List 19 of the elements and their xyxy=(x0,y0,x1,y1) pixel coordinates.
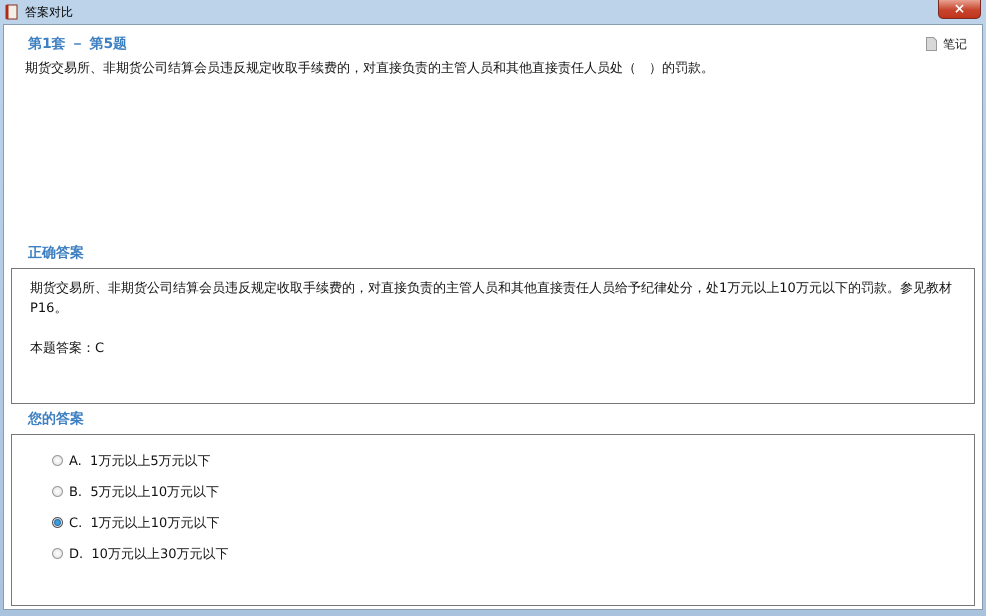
document-icon xyxy=(926,37,937,51)
radio-button[interactable] xyxy=(52,455,63,466)
close-button[interactable]: × xyxy=(938,0,981,19)
option-label[interactable]: B. 5万元以上10万元以下 xyxy=(69,482,220,500)
answer-text: 本题答案：C xyxy=(30,340,106,357)
option-label[interactable]: A. 1万元以上5万元以下 xyxy=(69,452,211,470)
option-label[interactable]: C. 1万元以上10万元以下 xyxy=(69,514,220,532)
your-answer-heading: 您的答案 xyxy=(26,410,85,429)
book-icon xyxy=(5,4,19,20)
radio-button[interactable] xyxy=(52,517,63,528)
note-button[interactable]: 笔记 xyxy=(926,36,967,52)
radio-button[interactable] xyxy=(52,548,63,559)
question-heading: 第1套 － 第5题 xyxy=(28,35,128,53)
option-label[interactable]: D. 10万元以上30万元以下 xyxy=(69,544,228,562)
explanation-text: 期货交易所、非期货公司结算会员违反规定收取手续费的，对直接负责的主管人员和其他直接责任人员给予纪律处分，处1万元以上10万元以下的罚款。参见教材P16。 xyxy=(30,280,953,318)
radio-button[interactable] xyxy=(52,486,63,497)
question-text: 期货交易所、非期货公司结算会员违反规定收取手续费的，对直接负责的主管人员和其他直接责任人员处（ ）的罚款。 xyxy=(24,60,715,78)
correct-answer-heading: 正确答案 xyxy=(27,244,85,262)
window-title: 答案对比 xyxy=(25,4,73,20)
